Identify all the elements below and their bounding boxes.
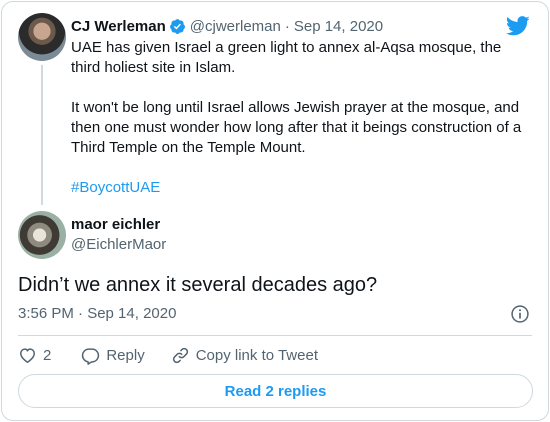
tweet-actions-bar: 2 Reply Copy link to Tweet [18, 345, 344, 365]
parent-tweet-paragraph-1: UAE has given Israel a green light to an… [71, 39, 502, 76]
parent-tweet-paragraph-2: It won't be long until Israel allows Jew… [71, 99, 522, 156]
reply-icon [82, 347, 100, 365]
tweet-timestamp[interactable]: 3:56 PM · Sep 14, 2020 [18, 305, 176, 322]
parent-tweet-text: UAE has given Israel a green light to an… [71, 38, 533, 198]
parent-tweet-header: CJ Werleman @cjwerleman · Sep 14, 2020 [71, 16, 383, 36]
main-author-name[interactable]: maor eichler [71, 216, 160, 233]
reply-label: Reply [106, 346, 145, 364]
parent-author-handle[interactable]: @cjwerleman [190, 18, 281, 35]
heart-icon [20, 347, 35, 363]
info-icon[interactable] [510, 304, 530, 324]
verified-badge-icon [169, 18, 185, 34]
header-separator: · [284, 17, 290, 35]
actions-divider [18, 335, 532, 336]
thread-connector-line [41, 65, 43, 205]
like-count: 2 [43, 346, 52, 364]
main-tweet-text: Didn’t we annex it several decades ago? [18, 274, 378, 296]
like-button[interactable]: 2 [18, 346, 51, 365]
main-author-handle[interactable]: @EichlerMaor [71, 236, 166, 253]
twitter-bird-icon[interactable] [506, 16, 530, 36]
reply-button[interactable]: Reply [81, 346, 145, 365]
copy-link-button[interactable]: Copy link to Tweet [171, 346, 318, 365]
link-icon [172, 347, 188, 363]
author-avatar-maor-eichler[interactable] [18, 211, 66, 259]
parent-tweet-date[interactable]: Sep 14, 2020 [294, 18, 383, 35]
read-replies-button[interactable]: Read 2 replies [18, 374, 533, 408]
parent-author-name[interactable]: CJ Werleman [71, 18, 166, 35]
tweet-embed-card: CJ Werleman @cjwerleman · Sep 14, 2020 U… [1, 1, 549, 421]
copy-link-label: Copy link to Tweet [195, 346, 318, 364]
hashtag-link[interactable]: #BoycottUAE [71, 179, 160, 196]
author-avatar-cj-werleman[interactable] [18, 13, 66, 61]
